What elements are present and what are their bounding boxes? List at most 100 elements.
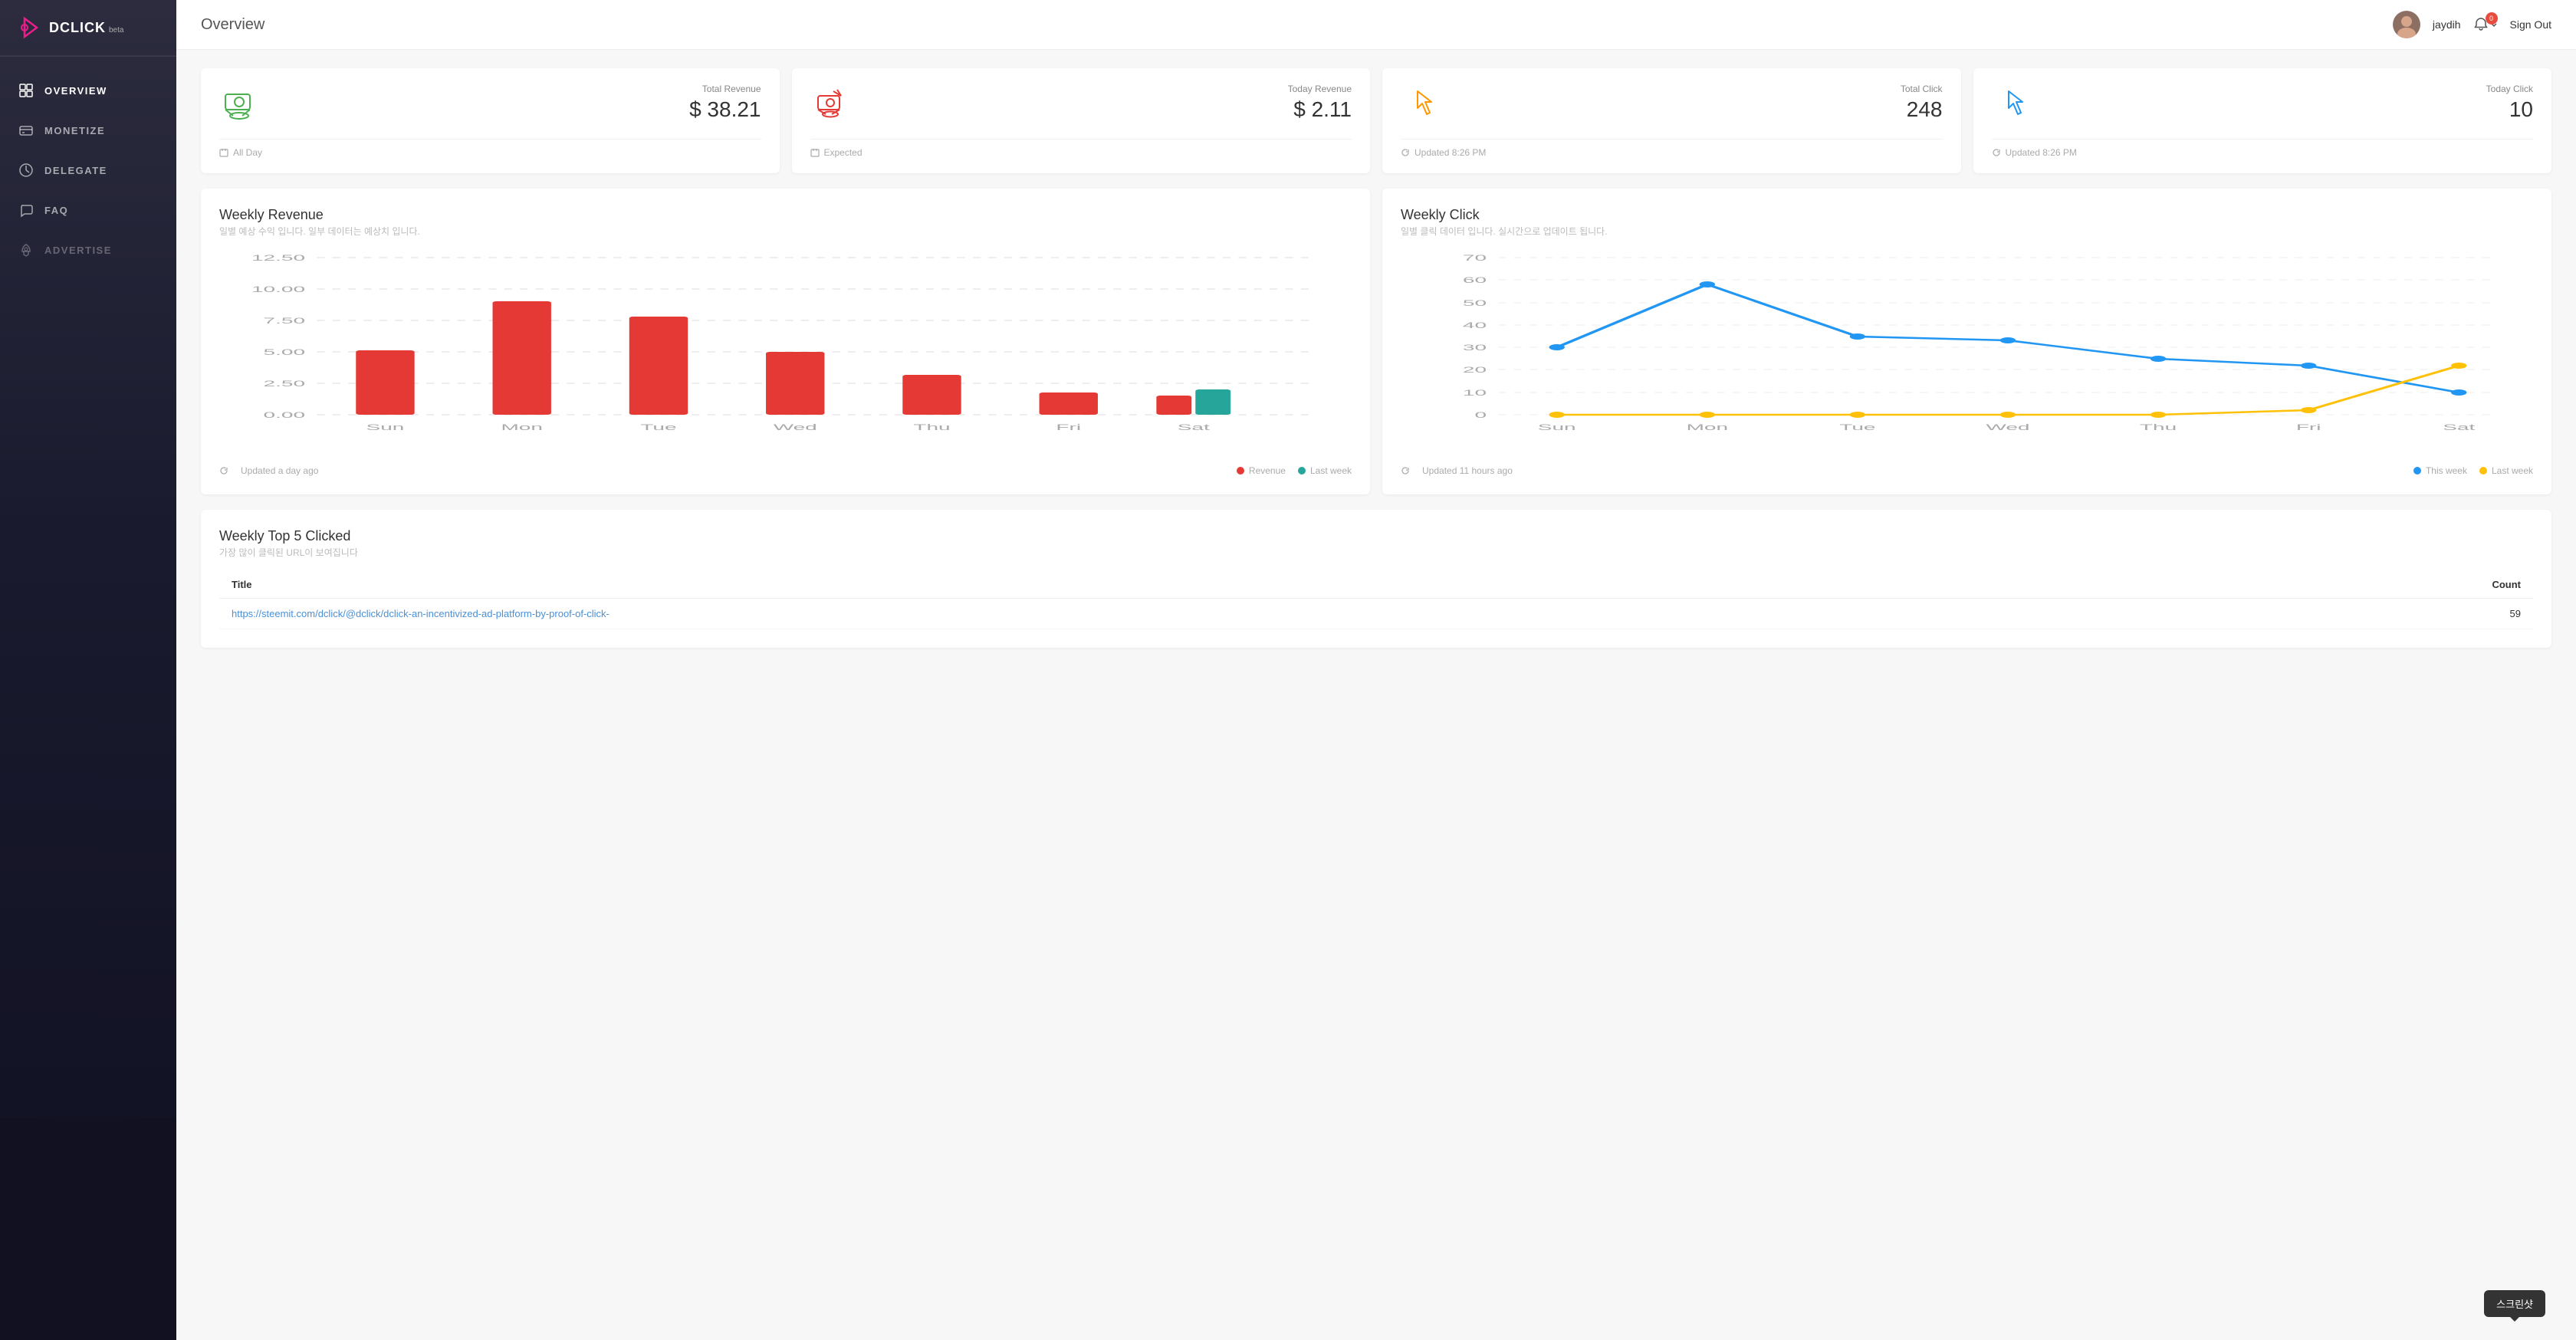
legend-item-this-week: This week [2413, 465, 2467, 476]
svg-text:7.50: 7.50 [264, 316, 305, 325]
sidebar-item-label: DELEGATE [44, 165, 107, 176]
svg-text:70: 70 [1463, 253, 1487, 262]
calendar-icon [219, 148, 228, 157]
stat-value: 248 [1901, 97, 1943, 122]
dclick-logo-icon [18, 15, 43, 40]
stat-label: Total Revenue [689, 84, 761, 94]
page-header: Overview jaydih 0 Sign Out [176, 0, 2576, 50]
sidebar-item-label: MONETIZE [44, 125, 105, 136]
svg-text:40: 40 [1463, 320, 1487, 330]
today-click-icon [1992, 84, 2032, 123]
total-revenue-icon [219, 84, 259, 123]
weekly-revenue-chart: 12.50 10.00 7.50 5.00 2.50 0.00 Sun Mon [219, 250, 1352, 453]
sidebar-item-faq[interactable]: FAQ [0, 192, 176, 228]
table-row: https://steemit.com/dclick/@dclick/dclic… [219, 599, 2533, 629]
revenue-dot [1237, 467, 1244, 475]
top5-subtitle: 가장 많이 클릭된 URL이 보여집니다 [219, 546, 2533, 559]
weekly-click-legend: Updated 11 hours ago This week Last week [1401, 465, 2533, 476]
rocket-icon [18, 242, 34, 258]
legend-label: Last week [1310, 465, 1352, 476]
svg-text:20: 20 [1463, 365, 1487, 374]
svg-text:60: 60 [1463, 275, 1487, 284]
notification-button[interactable]: 0 [2473, 12, 2498, 37]
weekly-click-title: Weekly Click [1401, 207, 2533, 223]
svg-text:12.50: 12.50 [251, 253, 305, 262]
weekly-revenue-panel: Weekly Revenue 일별 예상 수익 입니다. 일부 데이터는 예상치… [201, 189, 1370, 494]
stat-card-top: Today Revenue $ 2.11 [810, 84, 1352, 123]
stat-card-info: Total Revenue $ 38.21 [689, 84, 761, 122]
grid-icon [18, 83, 34, 98]
sidebar-item-delegate[interactable]: DELEGATE [0, 152, 176, 189]
svg-text:0: 0 [1474, 410, 1487, 419]
stat-footer-text: Updated 8:26 PM [1414, 147, 1486, 158]
avatar [2393, 11, 2420, 38]
weekly-top5-panel: Weekly Top 5 Clicked 가장 많이 클릭된 URL이 보여집니… [201, 510, 2551, 648]
weekly-click-subtitle: 일별 클릭 데이터 입니다. 실시간으로 업데이트 됩니다. [1401, 225, 2533, 238]
avatar-image [2393, 11, 2420, 38]
notification-badge: 0 [2486, 12, 2498, 25]
svg-text:Tue: Tue [1839, 422, 1875, 432]
col-title: Title [219, 571, 2262, 599]
page-title: Overview [201, 16, 264, 34]
top5-title: Weekly Top 5 Clicked [219, 528, 2533, 544]
svg-text:Sun: Sun [366, 422, 405, 432]
header-right: jaydih 0 Sign Out [2393, 11, 2551, 38]
svg-text:10: 10 [1463, 388, 1487, 397]
chart-icon [18, 163, 34, 178]
col-count: Count [2262, 571, 2533, 599]
stat-card-footer: Updated 8:26 PM [1401, 139, 1943, 158]
sidebar-item-advertise[interactable]: ADVERTISE [0, 232, 176, 268]
stat-footer-text: Expected [824, 147, 863, 158]
legend-item-last-week-click: Last week [2479, 465, 2533, 476]
stat-label: Today Revenue [1288, 84, 1352, 94]
sidebar-item-label: FAQ [44, 205, 68, 216]
svg-text:10.00: 10.00 [251, 284, 305, 294]
stat-card-footer: Expected [810, 139, 1352, 158]
svg-text:Fri: Fri [2296, 422, 2321, 432]
stat-card-footer: Updated 8:26 PM [1992, 139, 2534, 158]
logo-text: DCLICKbeta [49, 20, 123, 36]
stat-card-top: Total Revenue $ 38.21 [219, 84, 761, 123]
stat-card-info: Today Click 10 [2486, 84, 2533, 122]
svg-text:30: 30 [1463, 343, 1487, 352]
this-week-dot [2413, 467, 2421, 475]
last-week-click-dot [2479, 467, 2487, 475]
legend-label: Revenue [1249, 465, 1286, 476]
stat-label: Total Click [1901, 84, 1943, 94]
svg-text:Fri: Fri [1056, 422, 1081, 432]
stat-card-top: Total Click 248 [1401, 84, 1943, 123]
signout-button[interactable]: Sign Out [2510, 18, 2551, 31]
stat-card-top: Today Click 10 [1992, 84, 2534, 123]
sidebar-item-label: ADVERTISE [44, 245, 112, 256]
stat-card-total-click: Total Click 248 Updated 8:26 PM [1382, 68, 1961, 173]
svg-text:Sat: Sat [1178, 422, 1210, 432]
main-content: Overview jaydih 0 Sign Out [176, 0, 2576, 1340]
sidebar-item-overview[interactable]: OVERVIEW [0, 72, 176, 109]
refresh-small-icon [1401, 466, 1410, 475]
stat-card-today-revenue: Today Revenue $ 2.11 Expected [792, 68, 1371, 173]
svg-text:Tue: Tue [640, 422, 676, 432]
weekly-click-chart: 70 60 50 40 30 20 10 0 [1401, 250, 2533, 453]
stat-value: $ 38.21 [689, 97, 761, 122]
legend-item-revenue: Revenue [1237, 465, 1286, 476]
stat-card-info: Today Revenue $ 2.11 [1288, 84, 1352, 122]
username-label: jaydih [2433, 18, 2461, 31]
click-updated: Updated 11 hours ago [1422, 465, 1513, 476]
row-count: 59 [2262, 599, 2533, 629]
stat-card-total-revenue: Total Revenue $ 38.21 All Day [201, 68, 780, 173]
legend-label: Last week [2492, 465, 2533, 476]
svg-text:Thu: Thu [913, 422, 950, 432]
refresh-small-icon [219, 466, 228, 475]
svg-text:Wed: Wed [774, 422, 817, 432]
sidebar: DCLICKbeta OVERVIEW MONETIZE [0, 0, 176, 1340]
stat-card-info: Total Click 248 [1901, 84, 1943, 122]
weekly-revenue-legend: Updated a day ago Revenue Last week [219, 465, 1352, 476]
svg-text:0.00: 0.00 [264, 410, 305, 419]
stat-cards-row: Total Revenue $ 38.21 All Day [201, 68, 2551, 173]
sidebar-item-monetize[interactable]: MONETIZE [0, 112, 176, 149]
stat-card-footer: All Day [219, 139, 761, 158]
svg-text:2.50: 2.50 [264, 379, 305, 388]
row-url[interactable]: https://steemit.com/dclick/@dclick/dclic… [219, 599, 2262, 629]
sidebar-nav: OVERVIEW MONETIZE DELEGATE FAQ [0, 57, 176, 1340]
calendar-icon [810, 148, 820, 157]
